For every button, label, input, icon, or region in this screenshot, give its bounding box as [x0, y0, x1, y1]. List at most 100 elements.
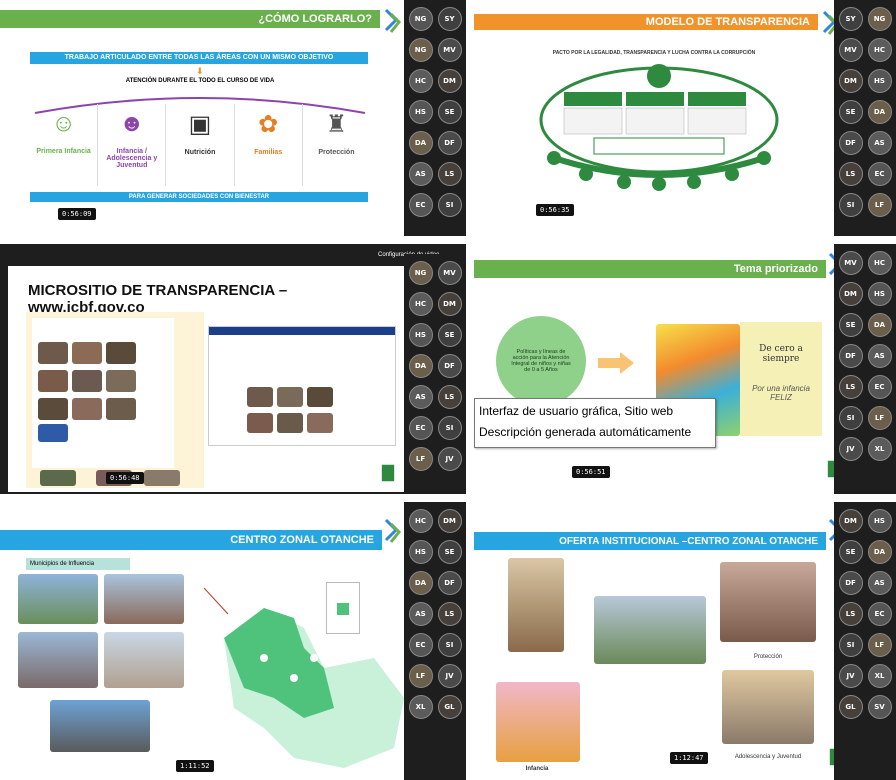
participant-avatar[interactable]: SI: [838, 405, 863, 430]
participant-avatar[interactable]: SE: [838, 539, 863, 564]
shared-slide-panel-5[interactable]: CENTRO ZONAL OTANCHE Municipios de Influ…: [0, 502, 466, 780]
participant-avatar[interactable]: DF: [437, 353, 462, 378]
participant-avatar[interactable]: SE: [838, 99, 863, 124]
participant-avatar[interactable]: AS: [867, 130, 892, 155]
participant-avatar[interactable]: SE: [838, 312, 863, 337]
participant-avatar[interactable]: DA: [408, 130, 433, 155]
participants-strip[interactable]: DM HS SE DA DF AS LS EC SI LF JV XL GL SV: [834, 502, 896, 780]
shared-screen-panel-3[interactable]: Configuración de video MICROSITIO DE TRA…: [0, 244, 466, 494]
participant-avatar[interactable]: EC: [867, 161, 892, 186]
participant-avatar[interactable]: DA: [867, 312, 892, 337]
participant-avatar[interactable]: SI: [437, 192, 462, 217]
participant-avatar[interactable]: HS: [867, 508, 892, 533]
participant-avatar[interactable]: SY: [437, 6, 462, 31]
participant-avatar[interactable]: HS: [408, 322, 433, 347]
participant-avatar[interactable]: DA: [408, 353, 433, 378]
participant-avatar[interactable]: DM: [437, 291, 462, 316]
participant-avatar[interactable]: LS: [437, 161, 462, 186]
participant-avatar[interactable]: LF: [867, 405, 892, 430]
participant-avatar[interactable]: LS: [838, 374, 863, 399]
participant-avatar[interactable]: MV: [437, 37, 462, 62]
participant-avatar[interactable]: HC: [867, 250, 892, 275]
participant-avatar[interactable]: AS: [408, 384, 433, 409]
participant-avatar[interactable]: EC: [408, 192, 433, 217]
participant-avatar[interactable]: JV: [437, 446, 462, 471]
participant-avatar[interactable]: SE: [437, 322, 462, 347]
participant-avatar[interactable]: DF: [437, 570, 462, 595]
participant-avatar[interactable]: LF: [867, 192, 892, 217]
participant-avatar[interactable]: AS: [408, 161, 433, 186]
participant-avatar[interactable]: HS: [408, 99, 433, 124]
participant-avatar[interactable]: DM: [838, 68, 863, 93]
participant-avatar[interactable]: NG: [867, 6, 892, 31]
participants-strip[interactable]: HC DM HS SE DA DF AS LS EC SI LF JV XL GL: [404, 502, 466, 780]
participant-avatar[interactable]: SI: [838, 192, 863, 217]
participant-avatar[interactable]: SI: [838, 632, 863, 657]
participant-avatar[interactable]: EC: [867, 374, 892, 399]
participant-avatar[interactable]: XL: [867, 436, 892, 461]
participant-avatar[interactable]: DF: [838, 130, 863, 155]
participant-avatar[interactable]: XL: [867, 663, 892, 688]
participant-avatar[interactable]: DM: [437, 508, 462, 533]
participant-avatar[interactable]: SI: [437, 632, 462, 657]
participant-avatar[interactable]: NG: [408, 37, 433, 62]
participant-avatar[interactable]: LF: [408, 663, 433, 688]
participant-avatar[interactable]: JV: [437, 663, 462, 688]
participants-strip[interactable]: NG MV HC DM HS SE DA DF AS LS EC SI LF JV: [404, 254, 466, 494]
participant-avatar[interactable]: DM: [437, 68, 462, 93]
participant-avatar[interactable]: XL: [408, 694, 433, 719]
participants-strip[interactable]: SY NG MV HC DM HS SE DA DF AS LS EC SI LF: [834, 0, 896, 236]
participant-avatar[interactable]: HC: [408, 68, 433, 93]
participant-avatar[interactable]: HS: [867, 281, 892, 306]
participant-avatar[interactable]: DM: [838, 281, 863, 306]
participant-avatar[interactable]: HC: [408, 291, 433, 316]
participant-avatar[interactable]: SY: [838, 6, 863, 31]
participant-avatar[interactable]: LF: [867, 632, 892, 657]
slide-oferta-institucional: OFERTA INSTITUCIONAL –CENTRO ZONAL OTANC…: [474, 502, 846, 780]
participant-avatar[interactable]: AS: [867, 570, 892, 595]
participant-avatar[interactable]: HC: [408, 508, 433, 533]
participant-avatar[interactable]: DA: [867, 539, 892, 564]
participant-avatar[interactable]: DF: [838, 570, 863, 595]
participant-avatar[interactable]: LF: [408, 446, 433, 471]
participant-avatar[interactable]: SE: [437, 99, 462, 124]
participant-avatar[interactable]: DF: [838, 343, 863, 368]
participants-strip[interactable]: NG SY NG MV HC DM HS SE DA DF AS LS EC SI: [404, 0, 466, 236]
photo-caption: Infancia: [525, 766, 549, 772]
participant-avatar[interactable]: DA: [867, 99, 892, 124]
participant-avatar[interactable]: DM: [838, 508, 863, 533]
shared-slide-panel-1[interactable]: ¿CÓMO LOGRARLO? TRABAJO ARTICULADO ENTRE…: [0, 0, 466, 236]
participant-avatar[interactable]: LS: [437, 384, 462, 409]
participant-avatar[interactable]: JV: [838, 663, 863, 688]
participant-avatar[interactable]: EC: [408, 415, 433, 440]
participant-avatar[interactable]: AS: [408, 601, 433, 626]
thumbnail: [38, 424, 68, 442]
participant-avatar[interactable]: GL: [437, 694, 462, 719]
participant-avatar[interactable]: GL: [838, 694, 863, 719]
shared-slide-panel-6[interactable]: OFERTA INSTITUCIONAL –CENTRO ZONAL OTANC…: [474, 502, 896, 780]
shared-slide-panel-4[interactable]: Tema priorizado Políticas y líneas de ac…: [474, 244, 896, 494]
influence-label: Municipios de Influencia: [26, 558, 130, 570]
participant-avatar[interactable]: EC: [867, 601, 892, 626]
participant-avatar[interactable]: DF: [437, 130, 462, 155]
participant-avatar[interactable]: SV: [867, 694, 892, 719]
participant-avatar[interactable]: LS: [838, 161, 863, 186]
participant-avatar[interactable]: NG: [408, 6, 433, 31]
participant-avatar[interactable]: NG: [408, 260, 433, 285]
participant-avatar[interactable]: LS: [437, 601, 462, 626]
participants-strip[interactable]: MV HC DM HS SE DA DF AS LS EC SI LF JV XL: [834, 244, 896, 494]
participant-avatar[interactable]: SI: [437, 415, 462, 440]
participant-avatar[interactable]: JV: [838, 436, 863, 461]
participant-avatar[interactable]: HS: [867, 68, 892, 93]
participant-avatar[interactable]: DA: [408, 570, 433, 595]
participant-avatar[interactable]: EC: [408, 632, 433, 657]
participant-avatar[interactable]: SE: [437, 539, 462, 564]
participant-avatar[interactable]: LS: [838, 601, 863, 626]
participant-avatar[interactable]: MV: [838, 37, 863, 62]
participant-avatar[interactable]: HS: [408, 539, 433, 564]
participant-avatar[interactable]: HC: [867, 37, 892, 62]
participant-avatar[interactable]: AS: [867, 343, 892, 368]
participant-avatar[interactable]: MV: [437, 260, 462, 285]
shared-slide-panel-2[interactable]: MODELO DE TRANSPARENCIA PACTO POR LA LEG…: [474, 0, 896, 236]
participant-avatar[interactable]: MV: [838, 250, 863, 275]
